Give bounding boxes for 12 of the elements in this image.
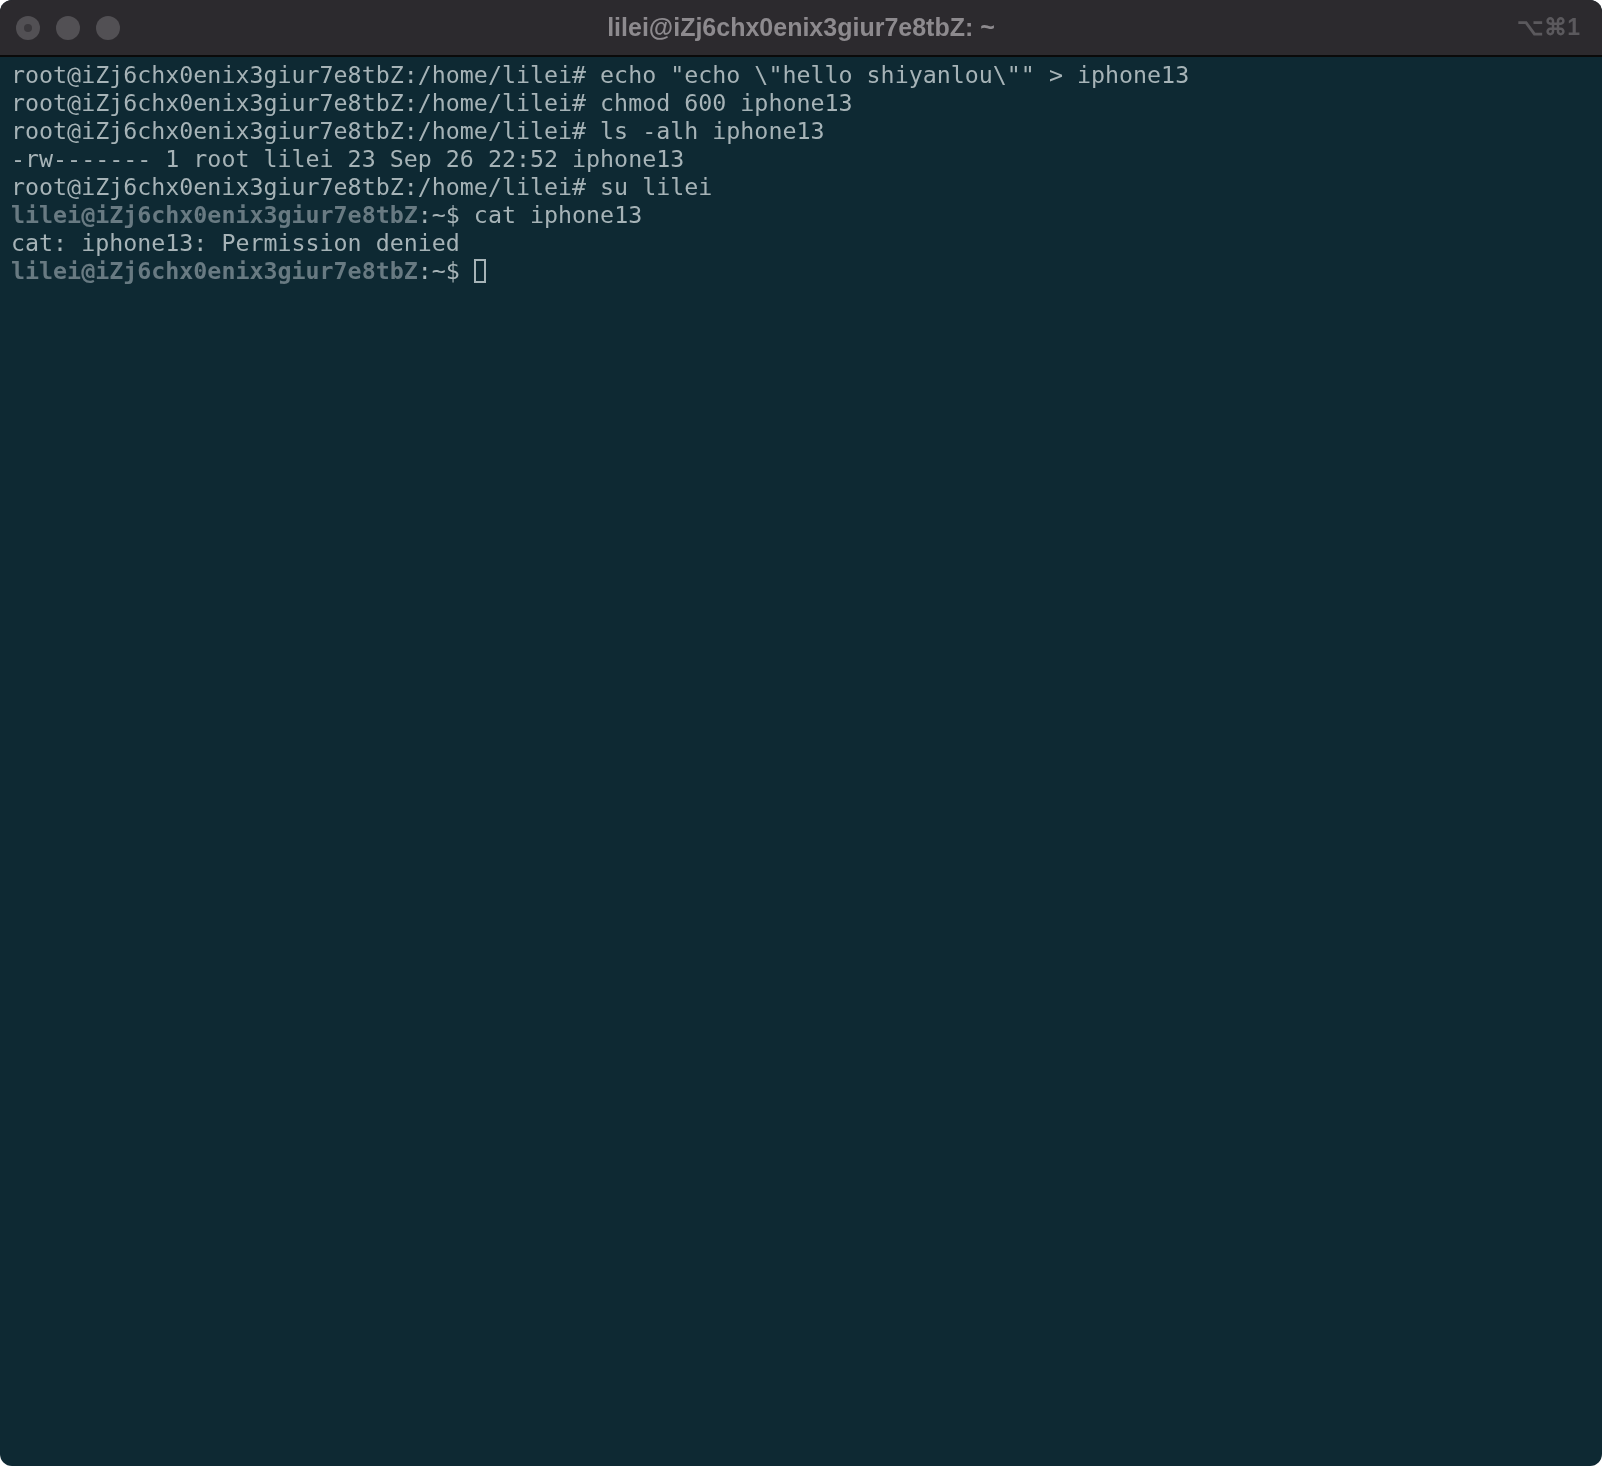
terminal-line: lilei@iZj6chx0enix3giur7e8tbZ:~$ cat iphone13 bbox=[11, 201, 643, 229]
minimize-button[interactable] bbox=[56, 15, 80, 40]
close-button[interactable] bbox=[16, 15, 40, 40]
terminal-line: root@iZj6chx0enix3giur7e8tbZ:/home/lilei# ls -alh iphone13 bbox=[11, 117, 825, 145]
window-title: lilei@iZj6chx0enix3giur7e8tbZ: ~ bbox=[607, 13, 995, 42]
zoom-button[interactable] bbox=[96, 15, 120, 40]
terminal-line: root@iZj6chx0enix3giur7e8tbZ:/home/lilei# su lilei bbox=[11, 173, 713, 201]
terminal-line: root@iZj6chx0enix3giur7e8tbZ:/home/lilei# chmod 600 iphone13 bbox=[11, 89, 853, 117]
terminal-line: root@iZj6chx0enix3giur7e8tbZ:/home/lilei# echo "echo \"hello shiyanlou\"" > iphone13 bbox=[11, 61, 1190, 89]
terminal-line: cat: iphone13: Permission denied bbox=[11, 229, 460, 257]
terminal-line: -rw------- 1 root lilei 23 Sep 26 22:52 iphone13 bbox=[11, 145, 685, 173]
terminal-line: lilei@iZj6chx0enix3giur7e8tbZ:~$ bbox=[11, 257, 461, 285]
